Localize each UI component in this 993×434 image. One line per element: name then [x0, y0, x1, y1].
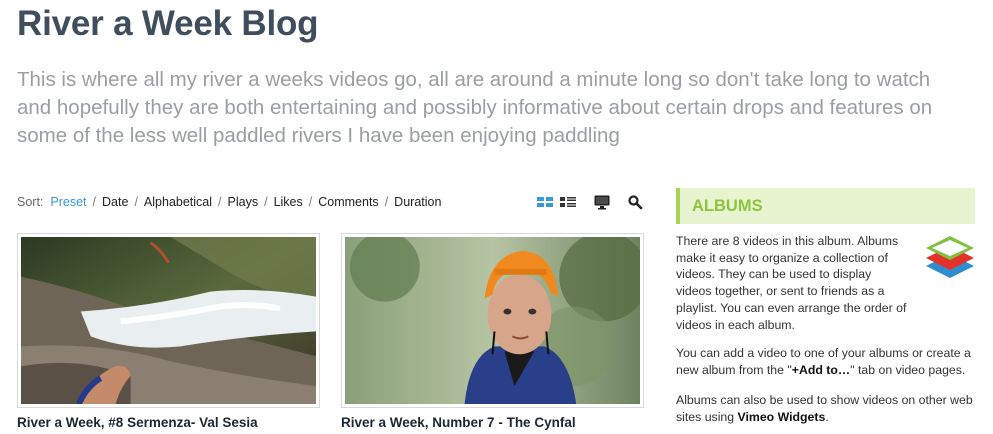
sort-separator: /: [384, 195, 389, 209]
grid-view-icon[interactable]: [536, 193, 554, 211]
sort-option-likes[interactable]: Likes: [274, 195, 303, 209]
page-title: River a Week Blog: [17, 4, 319, 43]
video-title-link[interactable]: River a Week, Number 7 - The Cynfal: [341, 415, 644, 430]
sort-separator: /: [218, 195, 222, 209]
video-title-link[interactable]: River a Week, #8 Sermenza- Val Sesia: [17, 415, 320, 430]
sort-option-comments[interactable]: Comments: [318, 195, 378, 209]
video-card[interactable]: River a Week, #8 Sermenza- Val Sesia: [17, 233, 320, 430]
monitor-icon[interactable]: [593, 193, 611, 211]
sort-option-plays[interactable]: Plays: [228, 195, 259, 209]
sort-label: Sort:: [17, 195, 44, 209]
kayaker-thumbnail-image: [345, 237, 640, 404]
video-thumbnail[interactable]: [17, 233, 320, 408]
sort-option-date[interactable]: Date: [102, 195, 128, 209]
albums-add-text: You can add a video to one of your album…: [676, 345, 986, 378]
sort-separator: /: [134, 195, 138, 209]
album-description: This is where all my river a weeks video…: [17, 68, 933, 147]
list-view-icon[interactable]: [559, 193, 577, 211]
albums-info-text: There are 8 videos in this album. Albums…: [676, 234, 907, 332]
sort-separator: /: [308, 195, 313, 209]
vimeo-widgets-link[interactable]: Vimeo Widgets: [738, 410, 826, 424]
river-rapids-thumbnail-image: [21, 237, 316, 404]
albums-heading: ALBUMS: [692, 197, 763, 215]
video-card[interactable]: River a Week, Number 7 - The Cynfal: [341, 233, 644, 430]
sort-bar: Sort: Preset / Date / Alphabetical / Pla…: [17, 194, 441, 210]
video-thumbnail[interactable]: [341, 233, 644, 408]
search-icon[interactable]: [626, 193, 644, 211]
sort-separator: /: [264, 195, 268, 209]
sort-option-duration[interactable]: Duration: [394, 195, 441, 209]
add-to-tab-label: +Add to…: [791, 362, 851, 377]
albums-add-text-part: " tab on video pages.: [850, 362, 966, 377]
sort-separator: /: [92, 195, 97, 209]
sort-option-alphabetical[interactable]: Alphabetical: [144, 195, 212, 209]
albums-widgets-text: Albums can also be used to show videos o…: [676, 392, 986, 425]
sort-option-preset[interactable]: Preset: [50, 195, 86, 209]
albums-stack-icon: [926, 236, 974, 278]
albums-widgets-text-part: .: [825, 409, 829, 424]
albums-panel-header: ALBUMS: [676, 188, 975, 224]
